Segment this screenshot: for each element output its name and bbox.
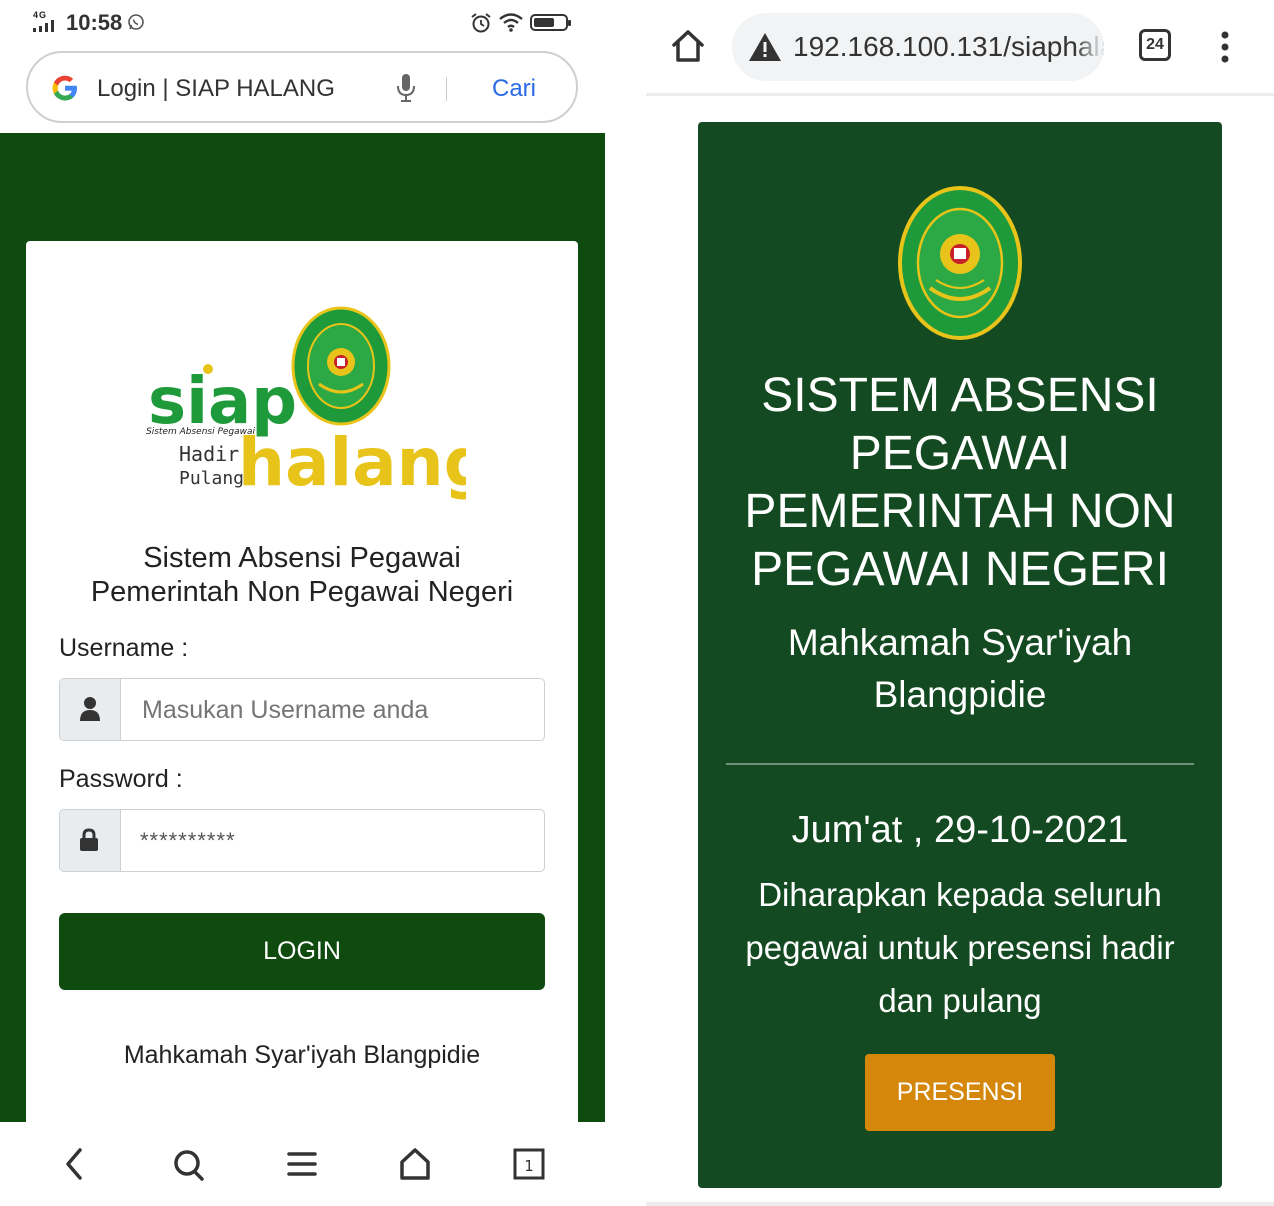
panel-title-line: PEGAWAI <box>849 427 1071 480</box>
search-button[interactable]: Cari <box>492 75 536 103</box>
search-icon[interactable] <box>172 1146 206 1182</box>
password-input[interactable]: ********** <box>140 828 236 854</box>
search-query[interactable]: Login | SIAP HALANG <box>97 75 335 103</box>
overflow-menu-icon[interactable] <box>1220 30 1230 64</box>
whatsapp-icon <box>128 14 144 30</box>
menu-icon[interactable] <box>287 1146 317 1182</box>
mic-icon[interactable] <box>396 73 416 103</box>
bottom-nav-bar: 1 <box>0 1122 605 1206</box>
url-fade <box>1074 13 1104 81</box>
panel-title-line: PEGAWAI NEGERI <box>751 543 1169 596</box>
home-icon[interactable] <box>670 28 706 64</box>
divider <box>446 77 447 101</box>
right-phone-screen: 192.168.100.131/siaphalang 24 SISTEM ABS… <box>646 0 1274 1206</box>
username-input[interactable] <box>142 696 522 725</box>
page-bottom-edge <box>646 1202 1274 1206</box>
current-date: Jum'at , 29-10-2021 <box>791 809 1129 851</box>
panel-subtitle: Mahkamah Syar'iyah Blangpidie <box>698 617 1222 721</box>
warning-icon[interactable] <box>748 32 782 62</box>
login-button[interactable]: LOGIN <box>59 913 545 990</box>
attendance-message: Diharapkan kepada seluruh pegawai untuk … <box>718 868 1202 1027</box>
login-card: siap Sistem Absensi Pegawai Hadir Pulang… <box>26 241 578 1141</box>
tabs-icon[interactable]: 1 <box>513 1146 545 1182</box>
tabs-count: 1 <box>524 1157 534 1175</box>
network-type: 4G <box>33 10 48 20</box>
clock: 10:58 <box>66 10 123 35</box>
info-panel: SISTEM ABSENSI PEGAWAI PEMERINTAH NON PE… <box>698 122 1222 1188</box>
url-text[interactable]: 192.168.100.131/siaphalang <box>793 31 1104 63</box>
back-icon[interactable] <box>62 1146 88 1182</box>
wifi-icon <box>499 13 523 32</box>
address-bar[interactable]: 192.168.100.131/siaphalang <box>732 13 1104 81</box>
message-line: pegawai untuk presensi hadir <box>745 929 1175 966</box>
siap-halang-logo: siap Sistem Absensi Pegawai Hadir Pulang… <box>146 306 466 501</box>
app-description-line2: Pemerintah Non Pegawai Negeri <box>90 576 514 608</box>
signal-icon <box>33 20 54 32</box>
message-line: Diharapkan kepada seluruh <box>758 876 1162 913</box>
user-icon <box>80 697 100 721</box>
lock-icon <box>80 828 98 851</box>
divider <box>726 763 1194 765</box>
panel-title: SISTEM ABSENSI PEGAWAI PEMERINTAH NON PE… <box>698 367 1222 599</box>
message-line: dan pulang <box>878 982 1042 1019</box>
app-description: Sistem Absensi Pegawai Pemerintah Non Pe… <box>26 541 578 609</box>
username-field[interactable] <box>59 678 545 741</box>
battery-icon <box>530 14 571 31</box>
logo-word-hadir: Hadir <box>179 442 239 466</box>
logo-text-halang: halang <box>238 424 466 501</box>
alarm-icon <box>471 13 491 33</box>
court-emblem <box>898 186 1022 340</box>
panel-title-line: PEMERINTAH NON <box>744 485 1176 538</box>
home-icon[interactable] <box>398 1146 432 1182</box>
status-bar: 4G 10:58 <box>0 0 605 46</box>
username-label: Username : <box>59 634 189 662</box>
panel-title-line: SISTEM ABSENSI <box>761 369 1159 422</box>
card-footer: Mahkamah Syar'iyah Blangpidie <box>123 1041 481 1069</box>
browser-toolbar: 192.168.100.131/siaphalang 24 <box>646 0 1274 96</box>
panel-subtitle-line: Blangpidie <box>873 674 1047 715</box>
panel-subtitle-line: Mahkamah Syar'iyah <box>787 622 1133 663</box>
left-phone-screen: 4G 10:58 Login | SIAP HALANG Cari siap S… <box>0 0 605 1206</box>
password-field[interactable]: ********** <box>59 809 545 872</box>
password-label: Password : <box>59 765 183 793</box>
presensi-button[interactable]: PRESENSI <box>865 1054 1055 1131</box>
password-addon <box>60 810 121 871</box>
app-description-line1: Sistem Absensi Pegawai <box>143 542 461 574</box>
search-bar[interactable]: Login | SIAP HALANG Cari <box>26 51 578 123</box>
google-icon <box>52 75 77 101</box>
logo-word-pulang: Pulang <box>179 468 244 489</box>
username-addon <box>60 679 121 740</box>
tab-switcher-button[interactable]: 24 <box>1139 29 1171 61</box>
